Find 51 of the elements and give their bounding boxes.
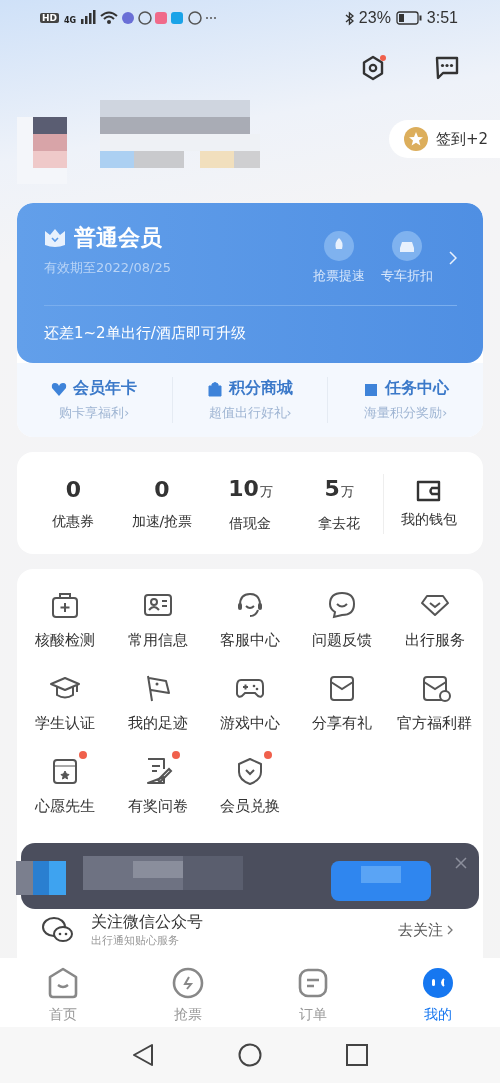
service-item[interactable]: 游戏中心 [203,672,297,733]
benefit-link[interactable]: 任务中心 海量积分奖励› [327,377,483,423]
perk-label: 专车折扣 [381,267,433,285]
benefit-link[interactable]: 会员年卡 购卡享福利› [17,377,172,423]
benefit-icon [51,380,68,397]
member-level: 普通会员 [74,224,162,252]
stat-item[interactable]: 10万 借现金 [206,475,295,533]
service-item[interactable]: 常用信息 [111,589,204,650]
benefit-icon [207,380,223,397]
service-item[interactable]: 心愿先生 [19,755,112,816]
service-item[interactable]: 官方福利群 [388,672,481,733]
service-item[interactable]: 学生认证 [19,672,112,733]
back-icon[interactable] [132,1043,154,1067]
lightning-circle-icon [170,966,205,1000]
home-icon[interactable] [238,1043,262,1067]
wechat-icon [41,915,75,945]
battery-icon [395,11,422,25]
stat-item[interactable]: 0 加速/抢票 [117,477,207,531]
crown-icon [44,228,66,248]
stat-item[interactable]: 5万 拿去花 [294,475,384,533]
service-item[interactable]: 分享有礼 [296,672,389,733]
face-icon [420,966,455,1000]
wallet-icon [414,479,443,503]
bluetooth-icon [344,10,354,26]
wechat-title: 关注微信公众号 [91,912,204,933]
battery-percent: 23% [358,9,391,27]
close-icon[interactable] [455,857,467,869]
perk-label: 抢票提速 [313,267,365,285]
network-type: 4G [64,16,77,25]
upgrade-hint: 还差1~2单出行/酒店即可升级 [44,324,247,343]
wechat-subtitle: 出行通知贴心服务 [91,933,180,948]
benefit-link[interactable]: 积分商城 超值出行好礼› [171,377,328,423]
tab[interactable]: 我的 [375,958,500,1027]
recents-icon[interactable] [346,1044,368,1066]
service-item[interactable]: 我的足迹 [111,672,204,733]
service-item[interactable]: 会员兑换 [203,755,297,816]
service-item[interactable]: 核酸检测 [19,589,112,650]
service-item[interactable]: 有奖问卷 [111,755,204,816]
service-item[interactable]: 出行服务 [388,589,481,650]
hd-indicator: HD [40,13,59,23]
chevron-right-icon [449,251,457,265]
check-in-button[interactable]: 签到+2 [388,120,500,158]
expiry-date: 有效期至2022/08/25 [44,259,171,277]
chevron-right-icon [447,925,453,935]
service-item[interactable]: 客服中心 [203,589,297,650]
follow-link[interactable]: 去关注 [392,919,459,941]
service-item[interactable]: 问题反馈 [296,589,389,650]
clock-time: 3:51 [426,9,458,27]
stat-item[interactable]: 0 优惠券 [29,477,118,531]
star-coin-icon [402,126,429,152]
wallet-button[interactable]: 我的钱包 [384,479,473,529]
